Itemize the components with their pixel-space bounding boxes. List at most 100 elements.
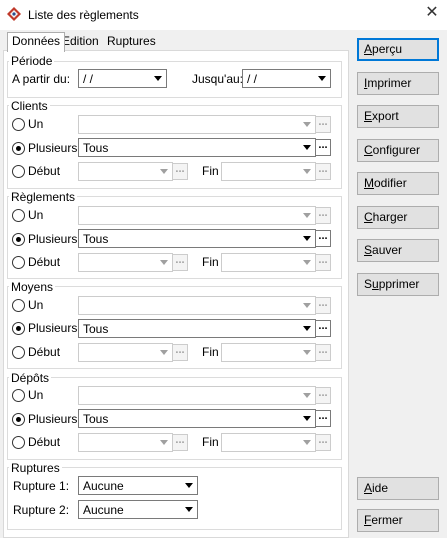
from-date-combo[interactable]: / / (78, 69, 167, 88)
app-logo-icon (7, 7, 21, 21)
modifier-button[interactable]: Modifier (357, 172, 439, 195)
reglements-un-label: Un (28, 208, 44, 222)
window-title: Liste des règlements (28, 8, 139, 22)
from-date-label: A partir du: (12, 72, 71, 86)
moyens-plusieurs-browse-button[interactable]: ... (315, 320, 331, 337)
depots-debut-browse-button[interactable]: ... (172, 434, 188, 451)
chevron-down-icon[interactable] (150, 70, 166, 87)
reglements-plusieurs-label: Plusieurs (28, 232, 78, 246)
configurer-button[interactable]: Configurer (357, 139, 439, 162)
moyens-debut-combo[interactable] (78, 343, 173, 362)
to-date-combo[interactable]: / / (242, 69, 331, 88)
depots-fin-combo[interactable] (221, 433, 316, 452)
chevron-down-icon[interactable] (299, 410, 315, 427)
reglements-debut-label: Début (28, 255, 61, 269)
charger-button[interactable]: Charger (357, 206, 439, 229)
reglements-debut-radio[interactable] (12, 256, 25, 269)
depots-un-radio[interactable] (12, 389, 25, 402)
clients-un-radio[interactable] (12, 118, 25, 131)
clients-plusieurs-radio[interactable] (12, 142, 25, 155)
sauver-button[interactable]: Sauver (357, 239, 439, 262)
depots-plusieurs-browse-button[interactable]: ... (315, 410, 331, 427)
depots-fin-label: Fin (202, 435, 219, 449)
moyens-un-combo[interactable] (78, 296, 316, 315)
reglements-un-radio[interactable] (12, 209, 25, 222)
moyens-debut-radio[interactable] (12, 346, 25, 359)
moyens-plusieurs-radio[interactable] (12, 322, 25, 335)
depots-un-label: Un (28, 388, 44, 402)
reglements-plusieurs-radio[interactable] (12, 233, 25, 246)
chevron-down-icon[interactable] (314, 70, 330, 87)
imprimer-button[interactable]: Imprimer (357, 72, 439, 95)
to-date-value: / / (247, 72, 258, 86)
depots-label: Dépôts (9, 371, 52, 385)
reglements-debut-browse-button[interactable]: ... (172, 254, 188, 271)
aide-button[interactable]: Aide (357, 477, 439, 500)
chevron-down-icon[interactable] (299, 139, 315, 156)
clients-un-combo[interactable] (78, 115, 316, 134)
clients-debut-combo[interactable] (78, 162, 173, 181)
clients-fin-combo[interactable] (221, 162, 316, 181)
fermer-button[interactable]: Fermer (357, 509, 439, 532)
moyens-plusieurs-combo[interactable]: Tous (78, 319, 316, 338)
rupture2-combo[interactable]: Aucune (78, 500, 198, 519)
reglements-fin-label: Fin (202, 255, 219, 269)
depots-debut-radio[interactable] (12, 436, 25, 449)
moyens-debut-browse-button[interactable]: ... (172, 344, 188, 361)
rupture1-label: Rupture 1: (13, 479, 70, 493)
reglements-fin-combo[interactable] (221, 253, 316, 272)
clients-plusieurs-combo[interactable]: Tous (78, 138, 316, 157)
rupture1-value: Aucune (83, 479, 124, 493)
chevron-down-icon[interactable] (181, 477, 197, 494)
reglements-un-combo[interactable] (78, 206, 316, 225)
clients-plusieurs-value: Tous (83, 141, 109, 155)
reglements-un-browse-button[interactable]: ... (315, 207, 331, 224)
apercu-button[interactable]: Aperçu (357, 38, 439, 61)
rupture1-combo[interactable]: Aucune (78, 476, 198, 495)
export-button[interactable]: Export (357, 105, 439, 128)
chevron-down-icon[interactable] (299, 230, 315, 247)
close-icon[interactable]: ✕ (423, 4, 441, 22)
depots-plusieurs-label: Plusieurs (28, 412, 78, 426)
moyens-plusieurs-label: Plusieurs (28, 321, 78, 335)
reglements-fin-browse-button[interactable]: ... (315, 254, 331, 271)
tab-ruptures[interactable]: Ruptures (103, 33, 160, 50)
reglements-debut-combo[interactable] (78, 253, 173, 272)
clients-plusieurs-browse-button[interactable]: ... (315, 139, 331, 156)
depots-debut-combo[interactable] (78, 433, 173, 452)
rupture2-label: Rupture 2: (13, 503, 70, 517)
ruptures-label: Ruptures (9, 461, 62, 475)
moyens-fin-label: Fin (202, 345, 219, 359)
moyens-label: Moyens (9, 280, 56, 294)
tab-donnees[interactable]: Données (7, 32, 66, 52)
clients-debut-browse-button[interactable]: ... (172, 163, 188, 180)
moyens-fin-combo[interactable] (221, 343, 316, 362)
moyens-debut-label: Début (28, 345, 61, 359)
from-date-value: / / (83, 72, 94, 86)
depots-plusieurs-value: Tous (83, 412, 109, 426)
depots-fin-browse-button[interactable]: ... (315, 434, 331, 451)
clients-un-browse-button[interactable]: ... (315, 116, 331, 133)
to-date-label: Jusqu'au: (192, 72, 243, 86)
clients-debut-label: Début (28, 164, 61, 178)
clients-un-label: Un (28, 117, 44, 131)
depots-un-combo[interactable] (78, 386, 316, 405)
moyens-un-radio[interactable] (12, 299, 25, 312)
depots-plusieurs-combo[interactable]: Tous (78, 409, 316, 428)
clients-debut-radio[interactable] (12, 165, 25, 178)
reglements-label: Règlements (9, 190, 78, 204)
moyens-plusieurs-value: Tous (83, 322, 109, 336)
clients-plusieurs-label: Plusieurs (28, 141, 78, 155)
chevron-down-icon[interactable] (299, 320, 315, 337)
reglements-plusieurs-browse-button[interactable]: ... (315, 230, 331, 247)
moyens-un-browse-button[interactable]: ... (315, 297, 331, 314)
clients-fin-browse-button[interactable]: ... (315, 163, 331, 180)
depots-plusieurs-radio[interactable] (12, 413, 25, 426)
depots-un-browse-button[interactable]: ... (315, 387, 331, 404)
reglements-plusieurs-combo[interactable]: Tous (78, 229, 316, 248)
moyens-fin-browse-button[interactable]: ... (315, 344, 331, 361)
periode-label: Période (9, 54, 55, 68)
chevron-down-icon[interactable] (181, 501, 197, 518)
supprimer-button[interactable]: Supprimer (357, 273, 439, 296)
clients-label: Clients (9, 99, 50, 113)
